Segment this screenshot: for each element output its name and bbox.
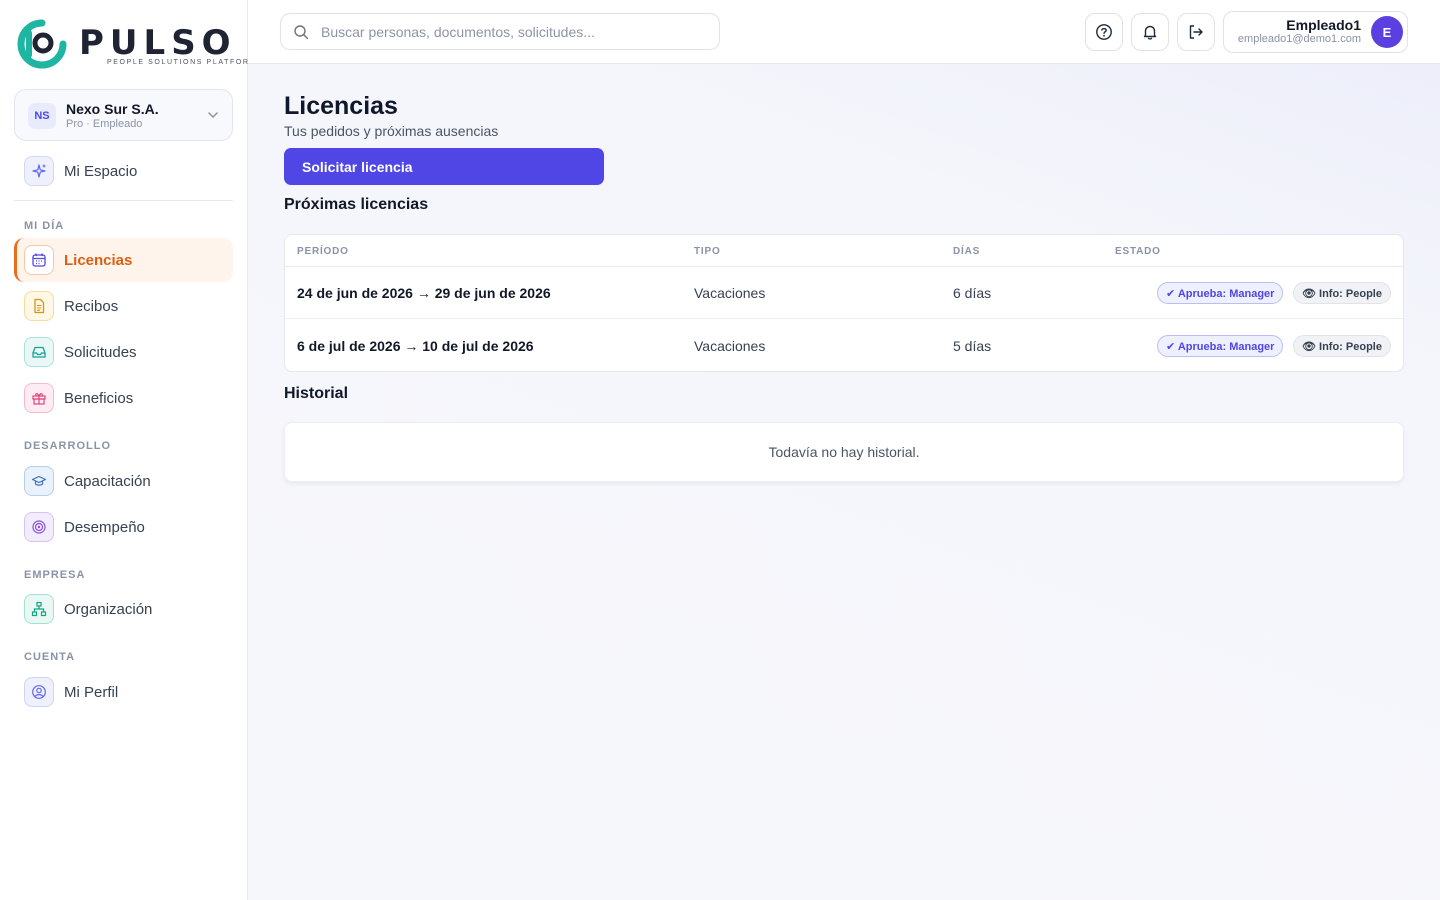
approver-badge: ✔ Aprueba: Manager — [1157, 282, 1284, 304]
sidebar-item-organizacion[interactable]: Organización — [14, 587, 233, 631]
upcoming-leaves-table: PERÍODO TIPO DÍAS ESTADO 24 de jun de 20… — [284, 234, 1404, 372]
sidebar-item-label: Mi Espacio — [64, 162, 138, 180]
sidebar-divider — [14, 200, 233, 201]
user-menu[interactable]: Empleado1 empleado1@demo1.com E — [1223, 11, 1408, 53]
sidebar-item-licencias[interactable]: Licencias — [14, 238, 233, 282]
bell-icon — [1143, 25, 1157, 40]
sidebar-item-label: Mi Perfil — [64, 683, 119, 701]
sidebar: PULSO PEOPLE SOLUTIONS PLATFORM NS Nexo … — [0, 0, 255, 900]
row-type: Vacaciones — [694, 285, 766, 301]
section-label-empresa: EMPRESA — [24, 569, 86, 581]
sidebar-item-mi-espacio[interactable]: Mi Espacio — [14, 149, 233, 193]
target-icon — [24, 512, 54, 542]
org-plan-role: Pro · Empleado — [66, 118, 143, 130]
gift-icon — [24, 383, 54, 413]
logo-wordmark: PULSO — [79, 23, 237, 63]
avatar: E — [1371, 16, 1403, 48]
user-circle-icon — [24, 677, 54, 707]
help-button[interactable] — [1085, 13, 1123, 51]
approver-badge: ✔ Aprueba: Manager — [1157, 335, 1284, 357]
sidebar-item-label: Licencias — [64, 251, 133, 269]
column-header-period: PERÍODO — [297, 246, 349, 257]
help-circle-icon — [1096, 24, 1112, 40]
sidebar-item-solicitudes[interactable]: Solicitudes — [14, 330, 233, 374]
table-row[interactable]: 6 de jul de 2026 → 10 de jul de 2026 Vac… — [285, 320, 1403, 371]
section-label-mi-dia: MI DÍA — [24, 220, 65, 232]
logout-button[interactable] — [1177, 13, 1215, 51]
sparkles-icon — [24, 156, 54, 186]
sidebar-item-mi-perfil[interactable]: Mi Perfil — [14, 670, 233, 714]
user-email: empleado1@demo1.com — [1237, 33, 1361, 45]
request-leave-button[interactable]: Solicitar licencia — [284, 148, 604, 185]
sidebar-item-label: Desempeño — [64, 518, 145, 536]
inbox-icon — [24, 337, 54, 367]
notifications-button[interactable] — [1131, 13, 1169, 51]
sidebar-item-label: Organización — [64, 600, 153, 618]
history-section-title: Historial — [284, 385, 349, 402]
document-icon — [24, 291, 54, 321]
user-name: Empleado1 — [1286, 17, 1361, 33]
chevron-down-icon — [208, 112, 218, 119]
calendar-icon — [24, 245, 54, 275]
top-header: Empleado1 empleado1@demo1.com E — [248, 0, 1440, 64]
table-row[interactable]: 24 de jun de 2026 → 29 de jun de 2026 Va… — [285, 267, 1403, 319]
logo-tagline: PEOPLE SOLUTIONS PLATFORM — [107, 59, 257, 66]
upcoming-section-title: Próximas licencias — [284, 196, 429, 213]
sidebar-item-label: Recibos — [64, 297, 119, 315]
sidebar-item-label: Beneficios — [64, 389, 134, 407]
main-content: Licencias Tus pedidos y próximas ausenci… — [248, 64, 1440, 900]
column-header-days: DÍAS — [953, 246, 981, 257]
sidebar-item-label: Capacitación — [64, 472, 151, 490]
search-icon — [294, 25, 309, 40]
org-name: Nexo Sur S.A. — [66, 101, 159, 117]
row-days: 5 días — [953, 338, 992, 354]
sidebar-item-desempeno[interactable]: Desempeño — [14, 505, 233, 549]
sidebar-item-label: Solicitudes — [64, 343, 137, 361]
org-switcher[interactable]: NS Nexo Sur S.A. Pro · Empleado — [14, 89, 233, 141]
org-initials-badge: NS — [28, 103, 56, 129]
info-badge: 👁 Info: People — [1293, 335, 1391, 357]
graduation-cap-icon — [24, 466, 54, 496]
info-badge: 👁 Info: People — [1293, 282, 1391, 304]
logout-icon — [1189, 25, 1203, 39]
row-period: 6 de jul de 2026 → 10 de jul de 2026 — [297, 338, 534, 354]
pulso-logo[interactable]: PULSO PEOPLE SOLUTIONS PLATFORM — [17, 19, 255, 69]
row-type: Vacaciones — [694, 338, 766, 354]
page-subtitle: Tus pedidos y próximas ausencias — [284, 123, 499, 139]
page-title: Licencias — [284, 92, 398, 120]
row-period: 24 de jun de 2026 → 29 de jun de 2026 — [297, 285, 551, 301]
section-label-desarrollo: DESARROLLO — [24, 440, 111, 452]
section-label-cuenta: CUENTA — [24, 651, 76, 663]
sidebar-item-recibos[interactable]: Recibos — [14, 284, 233, 328]
history-empty-state: Todavía no hay historial. — [284, 422, 1404, 482]
row-days: 6 días — [953, 285, 992, 301]
sidebar-item-capacitacion[interactable]: Capacitación — [14, 459, 233, 503]
table-header: PERÍODO TIPO DÍAS ESTADO — [285, 235, 1403, 267]
column-header-type: TIPO — [694, 246, 721, 257]
pulso-logo-mark — [17, 19, 67, 69]
column-header-status: ESTADO — [1115, 246, 1161, 257]
sidebar-item-beneficios[interactable]: Beneficios — [14, 376, 233, 420]
org-chart-icon — [24, 594, 54, 624]
global-search[interactable] — [280, 13, 720, 50]
search-input[interactable] — [321, 14, 711, 49]
